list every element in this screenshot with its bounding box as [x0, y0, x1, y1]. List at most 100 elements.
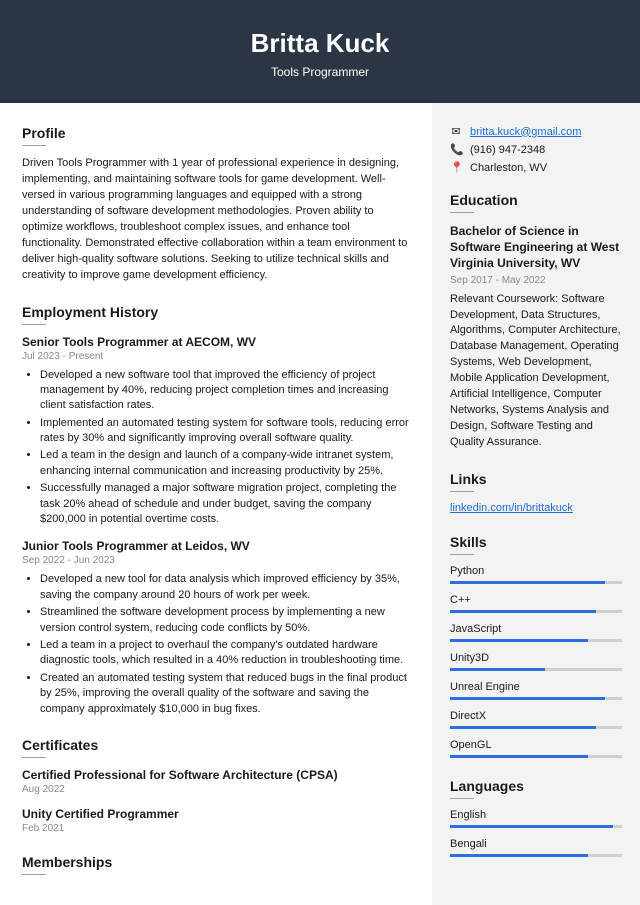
employment-section: Employment History Senior Tools Programm…: [22, 304, 412, 717]
language-item: English: [450, 809, 622, 828]
job-bullets: Developed a new software tool that impro…: [22, 368, 412, 528]
job-bullet: Streamlined the software development pro…: [40, 605, 412, 636]
skill-item: OpenGL: [450, 739, 622, 758]
skill-bar-fill: [450, 581, 605, 584]
person-title: Tools Programmer: [0, 65, 640, 79]
certificate-title: Certified Professional for Software Arch…: [22, 768, 412, 782]
language-bar-fill: [450, 825, 613, 828]
skill-bar-fill: [450, 697, 605, 700]
skill-bar: [450, 610, 622, 613]
divider: [22, 145, 46, 146]
language-item: Bengali: [450, 838, 622, 857]
skill-item: Unity3D: [450, 652, 622, 671]
skill-name: OpenGL: [450, 739, 622, 751]
certificate-title: Unity Certified Programmer: [22, 807, 412, 821]
skill-item: DirectX: [450, 710, 622, 729]
profile-heading: Profile: [22, 125, 412, 141]
location-icon: 📍: [450, 161, 462, 174]
job-bullet: Implemented an automated testing system …: [40, 416, 412, 447]
sidebar: ✉ britta.kuck@gmail.com 📞 (916) 947-2348…: [432, 103, 640, 905]
divider: [450, 212, 474, 213]
main-column: Profile Driven Tools Programmer with 1 y…: [0, 103, 432, 905]
links-heading: Links: [450, 471, 622, 487]
skills-heading: Skills: [450, 534, 622, 550]
certificate-entry: Unity Certified Programmer Feb 2021: [22, 807, 412, 834]
memberships-section: Memberships: [22, 854, 412, 875]
email-icon: ✉: [450, 125, 462, 138]
certificates-section: Certificates Certified Professional for …: [22, 737, 412, 834]
skill-item: C++: [450, 594, 622, 613]
language-name: Bengali: [450, 838, 622, 850]
skill-name: Unreal Engine: [450, 681, 622, 693]
links-section: Links linkedin.com/in/brittakuck: [450, 471, 622, 514]
job-bullet: Led a team in the design and launch of a…: [40, 448, 412, 479]
divider: [450, 491, 474, 492]
skill-name: JavaScript: [450, 623, 622, 635]
skill-bar: [450, 755, 622, 758]
language-bar: [450, 854, 622, 857]
job-bullets: Developed a new tool for data analysis w…: [22, 572, 412, 717]
divider: [450, 554, 474, 555]
job-dates: Sep 2022 - Jun 2023: [22, 555, 412, 566]
skill-name: Python: [450, 565, 622, 577]
certificate-date: Feb 2021: [22, 823, 412, 834]
phone-icon: 📞: [450, 143, 462, 156]
job-bullet: Developed a new software tool that impro…: [40, 368, 412, 414]
skill-name: C++: [450, 594, 622, 606]
languages-heading: Languages: [450, 778, 622, 794]
skill-bar: [450, 639, 622, 642]
skill-bar: [450, 697, 622, 700]
linkedin-link[interactable]: linkedin.com/in/brittakuck: [450, 502, 573, 514]
skill-name: Unity3D: [450, 652, 622, 664]
divider: [22, 324, 46, 325]
job-dates: Jul 2023 - Present: [22, 351, 412, 362]
divider: [22, 874, 46, 875]
education-section: Education Bachelor of Science in Softwar…: [450, 192, 622, 451]
job-bullet: Developed a new tool for data analysis w…: [40, 572, 412, 603]
education-heading: Education: [450, 192, 622, 208]
certificate-entry: Certified Professional for Software Arch…: [22, 768, 412, 795]
language-name: English: [450, 809, 622, 821]
memberships-heading: Memberships: [22, 854, 412, 870]
contact-location-row: 📍 Charleston, WV: [450, 161, 622, 174]
skill-bar-fill: [450, 668, 545, 671]
language-bar-fill: [450, 854, 588, 857]
divider: [22, 757, 46, 758]
job-bullet: Created an automated testing system that…: [40, 671, 412, 717]
skill-name: DirectX: [450, 710, 622, 722]
employment-heading: Employment History: [22, 304, 412, 320]
skill-item: Python: [450, 565, 622, 584]
language-bar: [450, 825, 622, 828]
languages-section: Languages English Bengali: [450, 778, 622, 857]
skill-item: JavaScript: [450, 623, 622, 642]
job-bullet: Successfully managed a major software mi…: [40, 481, 412, 527]
contact-phone-row: 📞 (916) 947-2348: [450, 143, 622, 156]
person-name: Britta Kuck: [0, 28, 640, 59]
education-degree: Bachelor of Science in Software Engineer…: [450, 223, 622, 272]
skill-bar-fill: [450, 726, 596, 729]
contact-email-row: ✉ britta.kuck@gmail.com: [450, 125, 622, 138]
phone-text: (916) 947-2348: [470, 144, 545, 156]
skill-bar-fill: [450, 755, 588, 758]
email-link[interactable]: britta.kuck@gmail.com: [470, 126, 581, 138]
divider: [450, 798, 474, 799]
header: Britta Kuck Tools Programmer: [0, 0, 640, 103]
education-dates: Sep 2017 - May 2022: [450, 275, 622, 286]
job-title: Senior Tools Programmer at AECOM, WV: [22, 335, 412, 349]
education-text: Relevant Coursework: Software Developmen…: [450, 292, 622, 451]
skill-bar: [450, 726, 622, 729]
job-title: Junior Tools Programmer at Leidos, WV: [22, 539, 412, 553]
profile-section: Profile Driven Tools Programmer with 1 y…: [22, 125, 412, 284]
certificates-heading: Certificates: [22, 737, 412, 753]
skill-bar: [450, 668, 622, 671]
skills-section: Skills Python C++ JavaScript Unity3D Unreal …: [450, 534, 622, 758]
job-entry: Senior Tools Programmer at AECOM, WV Jul …: [22, 335, 412, 528]
skill-bar: [450, 581, 622, 584]
location-text: Charleston, WV: [470, 162, 547, 174]
certificate-date: Aug 2022: [22, 784, 412, 795]
skill-bar-fill: [450, 610, 596, 613]
job-bullet: Led a team in a project to overhaul the …: [40, 638, 412, 669]
contact-block: ✉ britta.kuck@gmail.com 📞 (916) 947-2348…: [450, 125, 622, 174]
skill-bar-fill: [450, 639, 588, 642]
skill-item: Unreal Engine: [450, 681, 622, 700]
